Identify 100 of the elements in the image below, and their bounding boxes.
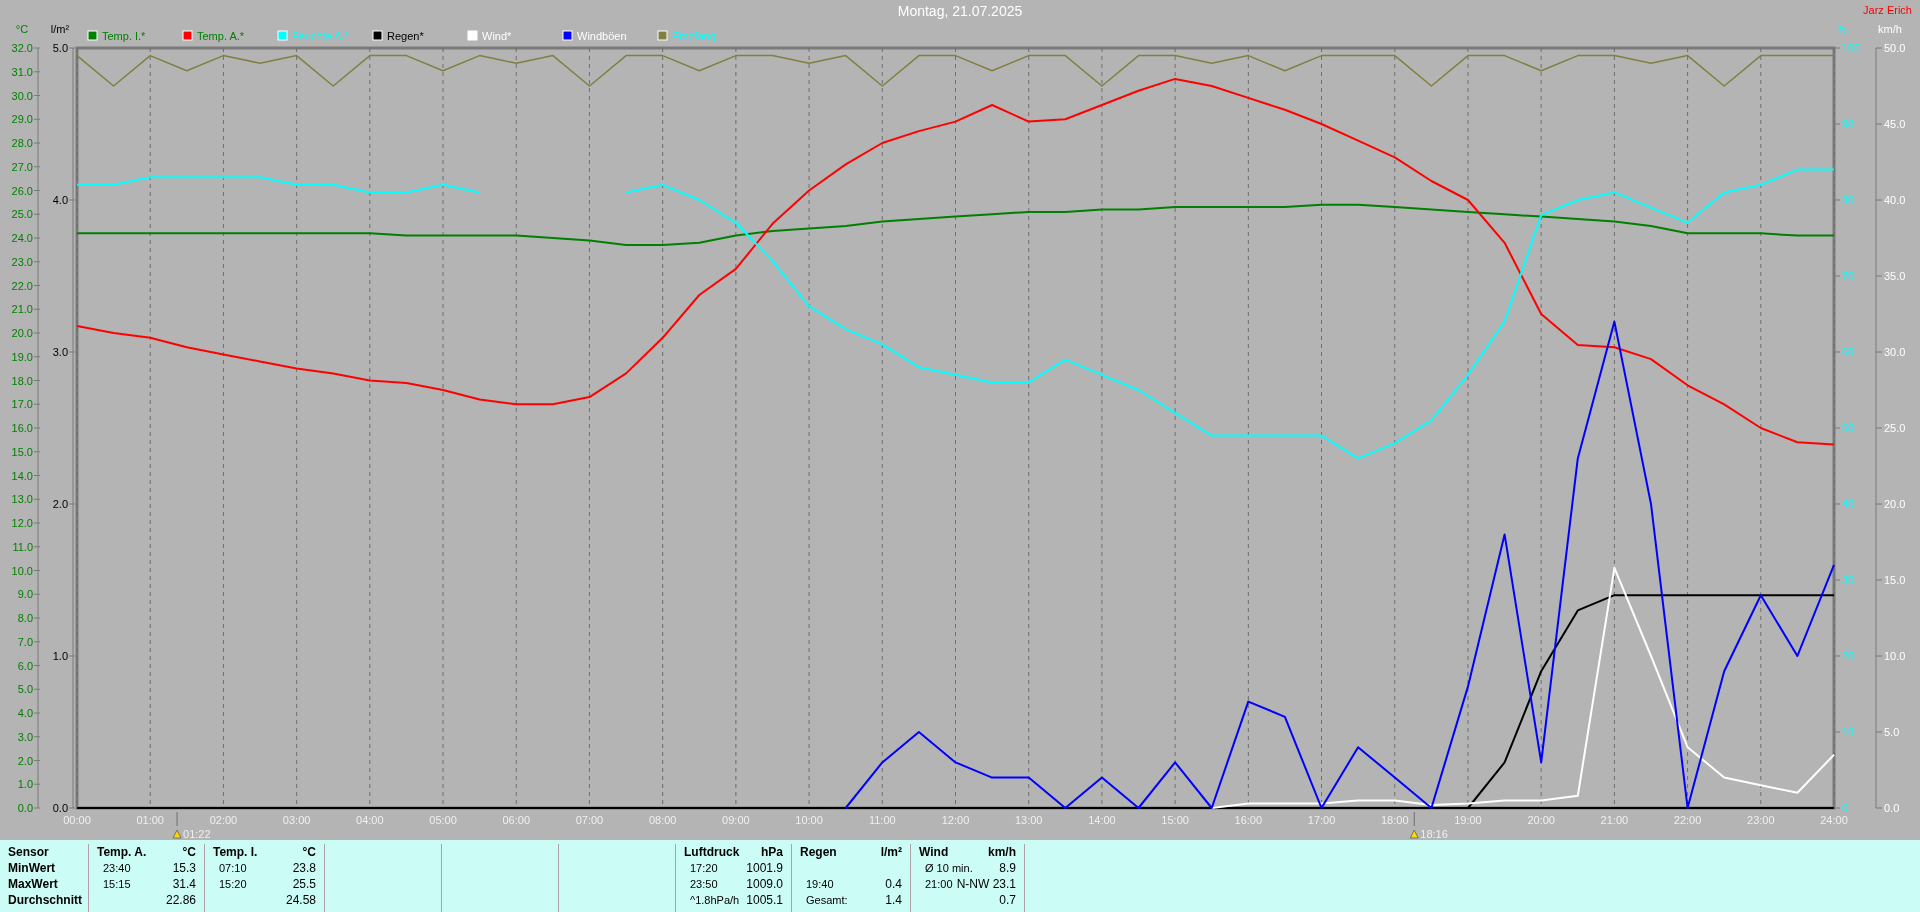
y-tick-label: 6.0 [17,659,33,672]
y-tick-label: 4.0 [17,707,33,719]
y-axis: 100 90 80 70 60 50 40 30 20 10 0 [1833,42,1861,814]
table-cell-text: 15:15 [102,877,131,892]
y-tick-label: 27.0 [11,160,33,173]
y-tick-label: 15.0 [1884,574,1906,586]
y3-tick-label: 3.0 [52,346,68,358]
y-tick-label: 30.0 [1884,346,1906,358]
y3-tick-label: 4.0 [52,194,68,206]
y-tick-label: 20.0 [11,327,33,339]
x-tick-label: 07:00 [575,814,604,826]
legend-label: Temp. A.* [197,30,245,42]
x-tick-label: 23:00 [1747,814,1775,826]
axis-unit: % [1837,23,1847,35]
y-tick-label: 25.0 [11,208,33,221]
table-cell: 31.4 [172,876,196,892]
y3-tick-label: 2.0 [52,498,68,510]
table-cell: 1005.1 [746,892,783,908]
y-tick-label: 10.0 [1884,650,1906,662]
table-cell: 23.8 [292,860,316,876]
y-tick-label: 2.0 [17,754,33,767]
table-cell: 0.4 [885,876,902,892]
column-title: Wind [919,844,949,860]
x-tick-label: 18:00 [1381,814,1409,826]
y-tick-label: 0.0 [17,802,33,814]
y-tick-label: 17.0 [11,398,33,411]
table-cell: 25.5 [292,876,316,892]
table-cell-text: 23:50 [689,877,718,892]
y-tick-label: 21.0 [11,303,33,316]
x-tick-label: 06:00 [502,814,530,826]
column-title: Temp. I. [213,844,258,860]
y-tick-label: 13.0 [11,493,33,506]
y2-tick-label: 20 [1842,650,1855,662]
row-label: Sensor [8,844,50,860]
y-tick-label: 5.0 [1884,726,1900,738]
y-tick-label: 20.0 [1884,498,1906,510]
column-title: Regen [800,844,837,860]
x-tick-label: 00:00 [63,814,91,826]
x-tick-label: 01:00 [136,814,164,826]
y2-tick-label: 0 [1842,802,1849,814]
y-tick-label: 24.0 [11,232,33,244]
y2-tick-label: 100 [1842,42,1861,54]
y-tick-label: 12.0 [11,517,33,529]
column-unit: l/m² [880,844,902,860]
y-tick-label: 0.0 [1884,802,1900,814]
table-cell: 1009.0 [746,876,783,892]
y-tick-label: 32.0 [11,42,33,54]
y-tick-label: 22.0 [11,279,33,292]
x-tick-label: 08:00 [648,814,677,826]
x-tick-label: 20:00 [1527,814,1555,826]
table-cell: 1001.9 [746,860,783,876]
y2-tick-label: 80 [1842,194,1855,206]
y-tick-label: 16.0 [11,422,33,434]
table-cell-text: ^1.8hPa/h [689,893,740,908]
y-tick-label: 25.0 [1884,422,1906,434]
y-tick-label: 5.0 [17,683,33,696]
table-cell-text: 23:40 [102,861,131,876]
table-cell: 24.58 [285,892,316,908]
y2-tick-label: 60 [1842,346,1855,358]
y-tick-label: 19.0 [11,350,33,363]
x-tick-label: 16:00 [1234,814,1263,826]
y-tick-label: 7.0 [17,635,33,648]
x-tick-label: 04:00 [356,814,384,826]
x-tick-label: 21:00 [1600,814,1629,826]
y-tick-label: 3.0 [17,730,33,743]
legend-label: Temp. I.* [102,30,147,42]
y3-tick-label: 1.0 [52,650,68,662]
y2-tick-label: 70 [1842,270,1855,282]
author-label: Jarz Erich [1863,4,1912,16]
y3-tick-label: 5.0 [52,42,68,54]
x-tick-label: 24:00 [1820,814,1848,826]
marker-label: 18:16 [1420,828,1448,840]
x-tick-label: 10:00 [795,814,823,826]
table-cell: 15.3 [172,860,196,876]
y-tick-label: 31.0 [11,65,33,78]
table-cell-text: 07:10 [218,861,247,876]
y-tick-label: 14.0 [11,469,33,482]
y-tick-label: 23.0 [11,255,33,268]
y-tick-label: 11.0 [12,540,33,553]
legend-label: Empfang [672,30,717,42]
x-tick-label: 05:00 [429,814,457,826]
table-cell: 22.86 [165,892,196,908]
x-tick-label: 22:00 [1673,814,1702,826]
y-tick-label: 1.0 [17,778,33,791]
legend-item: Windböen [562,30,627,42]
y2-tick-label: 40 [1842,498,1855,510]
table-cell-text: 15:20 [218,877,247,892]
table-cell-text: 17:20 [689,861,718,876]
y-tick-label: 8.0 [17,612,33,624]
table-cell-text: Gesamt: [805,893,848,908]
y-tick-label: 30.0 [11,89,33,102]
legend-item: Feuchte A.* [277,30,349,42]
y2-tick-label: 50 [1842,422,1855,434]
column-unit: hPa [761,844,783,860]
axis-unit: l/m² [50,23,70,35]
legend-item: Empfang [657,30,717,42]
legend-label: Regen* [387,30,425,42]
row-label: Durchschnitt [8,892,80,908]
x-tick-label: 17:00 [1307,814,1336,826]
marker-label: 01:22 [183,828,211,840]
